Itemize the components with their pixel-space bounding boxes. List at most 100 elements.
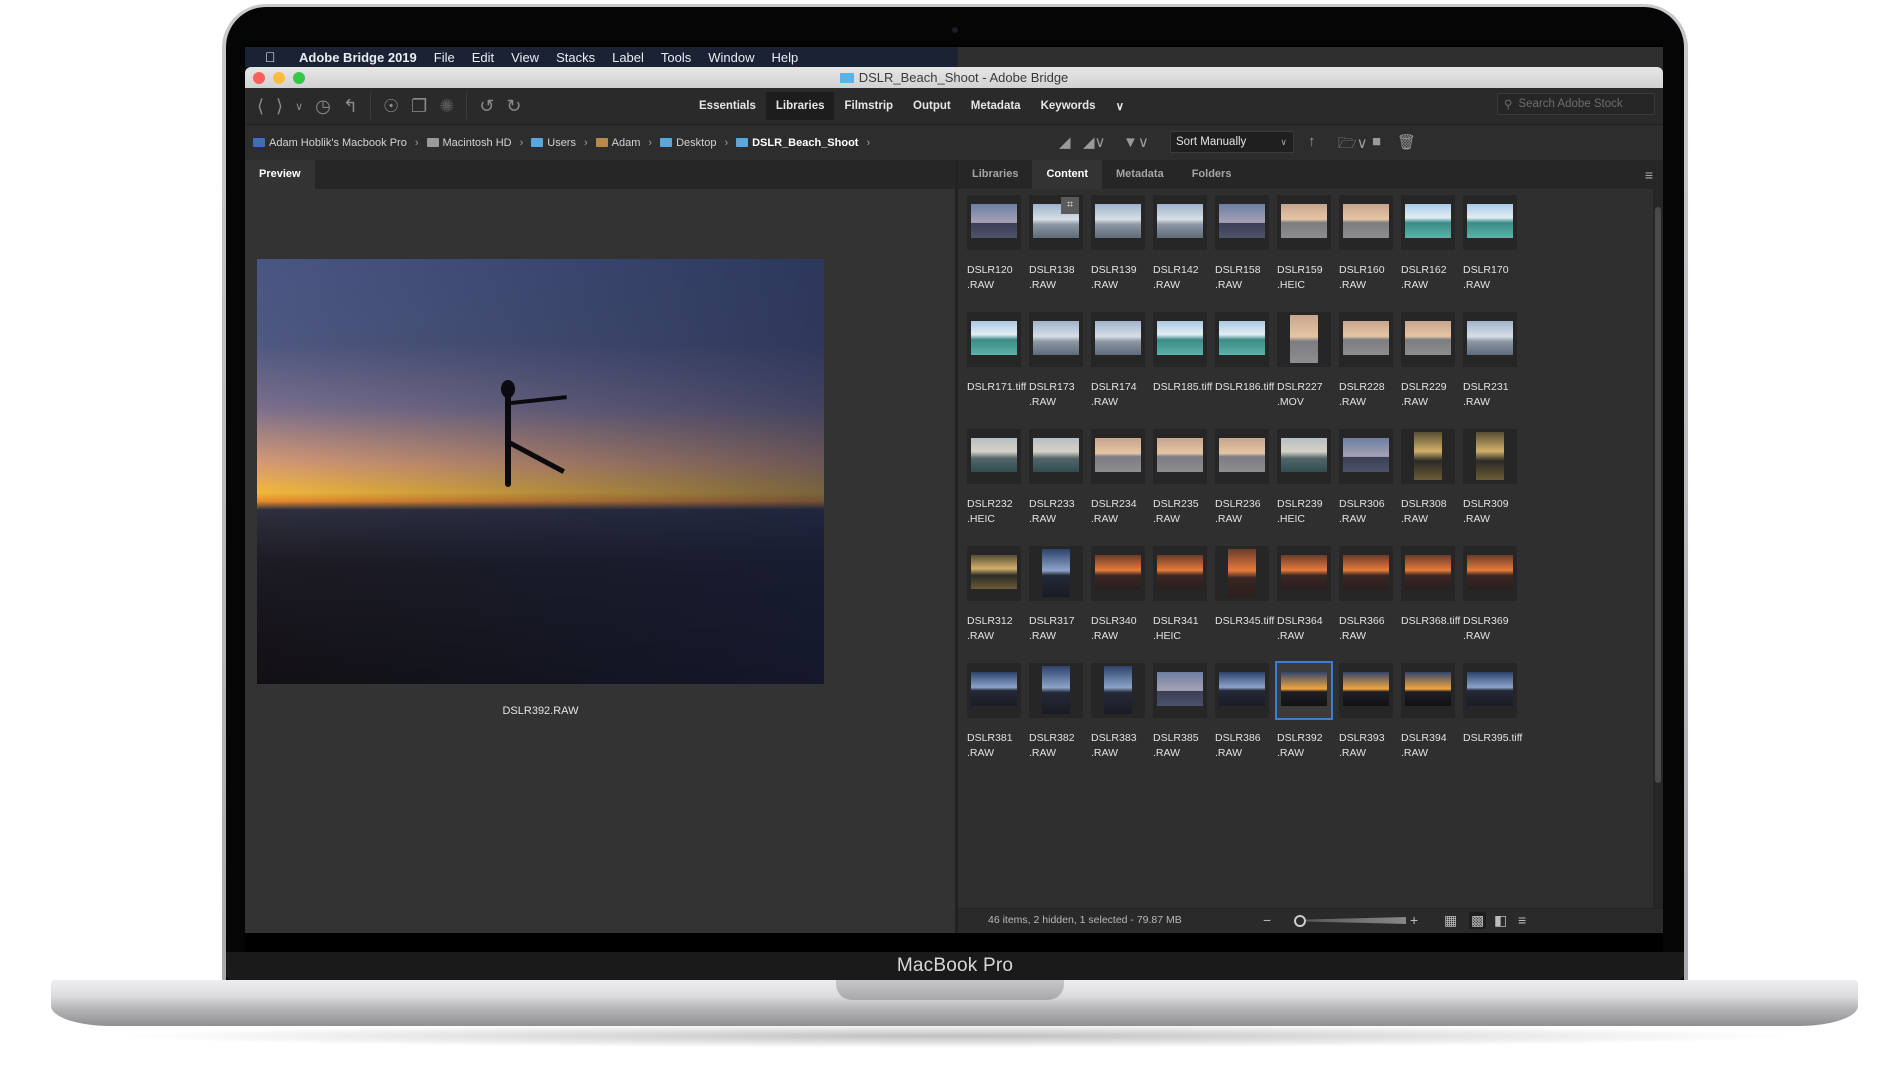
- thumbnail-item[interactable]: DSLR306 .RAW: [1339, 429, 1393, 527]
- thumbnail[interactable]: [1277, 312, 1331, 367]
- tab-folders[interactable]: Folders: [1178, 160, 1246, 189]
- thumbnail[interactable]: [967, 663, 1021, 718]
- zoom-out-minus-icon[interactable]: −: [1263, 912, 1271, 928]
- sort-ascending-arrow-icon[interactable]: ↑: [1308, 133, 1316, 150]
- open-in-camera-raw-icon[interactable]: ✺: [439, 96, 454, 117]
- thumbnail-item[interactable]: DSLR162 .RAW: [1401, 195, 1455, 293]
- tab-content[interactable]: Content: [1032, 160, 1103, 189]
- thumbnail[interactable]: [1339, 546, 1393, 601]
- thumbnail[interactable]: [1153, 546, 1207, 601]
- thumbnail[interactable]: [1153, 195, 1207, 250]
- content-scrollbar[interactable]: [1653, 189, 1663, 910]
- thumbnail[interactable]: [1339, 312, 1393, 367]
- apple-menu-icon[interactable]: : [265, 49, 281, 65]
- thumbnail-item[interactable]: DSLR158 .RAW: [1215, 195, 1269, 293]
- grid-view-icon[interactable]: ▦: [1444, 912, 1457, 929]
- panel-menu-icon[interactable]: ≡: [1645, 167, 1653, 183]
- scrollbar-thumb[interactable]: [1655, 207, 1661, 783]
- thumbnail-item[interactable]: DSLR171.tiff: [967, 312, 1026, 395]
- thumbnail[interactable]: ⌗: [1029, 195, 1083, 250]
- thumbnail[interactable]: [1091, 312, 1145, 367]
- rotate-right-icon[interactable]: ↻: [506, 96, 521, 117]
- app-menu[interactable]: Adobe Bridge 2019: [299, 50, 417, 65]
- thumbnail[interactable]: [967, 429, 1021, 484]
- thumbnail[interactable]: [1153, 663, 1207, 718]
- thumbnail-item[interactable]: DSLR173 .RAW: [1029, 312, 1083, 410]
- thumbnail-item[interactable]: DSLR170 .RAW: [1463, 195, 1517, 293]
- thumbnail-item[interactable]: DSLR228 .RAW: [1339, 312, 1393, 410]
- thumbnail[interactable]: [967, 546, 1021, 601]
- back-icon[interactable]: ⟨: [257, 96, 264, 117]
- thumbnail-item[interactable]: DSLR385 .RAW: [1153, 663, 1207, 761]
- preview-image[interactable]: [257, 259, 824, 684]
- thumbnail[interactable]: [1277, 546, 1331, 601]
- list-view-icon[interactable]: ≡: [1518, 912, 1526, 928]
- thumbnail-item[interactable]: DSLR160 .RAW: [1339, 195, 1393, 293]
- menu-label[interactable]: Label: [612, 50, 644, 65]
- workspace-libraries[interactable]: Libraries: [765, 92, 835, 120]
- tab-preview[interactable]: Preview: [245, 160, 315, 189]
- thumbnail-item[interactable]: DSLR340 .RAW: [1091, 546, 1145, 644]
- thumbnail-item[interactable]: DSLR232 .HEIC: [967, 429, 1021, 527]
- thumbnail[interactable]: [1215, 429, 1269, 484]
- workspace-metadata[interactable]: Metadata: [961, 92, 1031, 120]
- thumbnail[interactable]: [1091, 663, 1145, 718]
- breadcrumb-macintosh-hd[interactable]: Macintosh HD ›: [426, 137, 523, 149]
- thumbnail[interactable]: [1463, 663, 1517, 718]
- search-adobe-stock-input[interactable]: ⚲ Search Adobe Stock: [1497, 93, 1655, 115]
- thumbnail-view-icon[interactable]: ▩: [1469, 912, 1487, 929]
- rating-filter-icon[interactable]: ◢∨: [1083, 133, 1106, 151]
- thumbnail[interactable]: [1029, 429, 1083, 484]
- breadcrumb-adam[interactable]: Adam ›: [595, 137, 652, 149]
- thumbnail[interactable]: [1339, 663, 1393, 718]
- thumbnail[interactable]: [967, 195, 1021, 250]
- thumbnail-selected[interactable]: [1275, 661, 1333, 720]
- menu-stacks[interactable]: Stacks: [556, 50, 595, 65]
- thumbnail-item[interactable]: DSLR308 .RAW: [1401, 429, 1455, 527]
- thumbnail[interactable]: [1339, 195, 1393, 250]
- thumbnail[interactable]: [1401, 429, 1455, 484]
- thumbnail[interactable]: [1215, 312, 1269, 367]
- thumbnail[interactable]: [1091, 429, 1145, 484]
- workspace-filmstrip[interactable]: Filmstrip: [834, 92, 903, 120]
- thumbnail-item[interactable]: DSLR386 .RAW: [1215, 663, 1269, 761]
- thumbnail-item[interactable]: DSLR236 .RAW: [1215, 429, 1269, 527]
- thumbnail[interactable]: [1463, 195, 1517, 250]
- breadcrumb-current-folder[interactable]: DSLR_Beach_Shoot ›: [736, 137, 870, 149]
- thumbnail-item[interactable]: DSLR345.tiff: [1215, 546, 1274, 629]
- tab-metadata[interactable]: Metadata: [1102, 160, 1178, 189]
- refine-copy-icon[interactable]: ❐: [411, 96, 427, 117]
- thumbnail[interactable]: [1401, 312, 1455, 367]
- menu-window[interactable]: Window: [708, 50, 754, 65]
- thumbnail[interactable]: [1463, 429, 1517, 484]
- thumbnail-item[interactable]: DSLR366 .RAW: [1339, 546, 1393, 644]
- sort-dropdown[interactable]: Sort Manually ∨: [1170, 131, 1294, 153]
- delete-trash-icon[interactable]: 🗑: [1397, 133, 1416, 151]
- thumbnail-item[interactable]: DSLR229 .RAW: [1401, 312, 1455, 410]
- new-folder-icon[interactable]: ■: [1372, 133, 1381, 150]
- menu-view[interactable]: View: [511, 50, 539, 65]
- open-recent-folder-icon[interactable]: 🗁∨: [1338, 133, 1368, 158]
- workspace-more-chevron-icon[interactable]: ∨: [1106, 91, 1134, 121]
- thumbnail[interactable]: [1401, 663, 1455, 718]
- breadcrumb-users[interactable]: Users ›: [531, 137, 588, 149]
- thumbnail[interactable]: [1277, 195, 1331, 250]
- thumbnail-item[interactable]: DSLR235 .RAW: [1153, 429, 1207, 527]
- workspace-output[interactable]: Output: [903, 92, 961, 120]
- thumbnail-item[interactable]: DSLR142 .RAW: [1153, 195, 1207, 293]
- tab-libraries[interactable]: Libraries: [958, 160, 1032, 189]
- thumbnail-item[interactable]: DSLR383 .RAW: [1091, 663, 1145, 761]
- thumbnail-item[interactable]: DSLR393 .RAW: [1339, 663, 1393, 761]
- menu-tools[interactable]: Tools: [661, 50, 691, 65]
- thumbnail[interactable]: [1153, 312, 1207, 367]
- thumbnail-item[interactable]: DSLR231 .RAW: [1463, 312, 1517, 410]
- zoom-in-plus-icon[interactable]: +: [1410, 912, 1418, 928]
- quality-options-icon[interactable]: ◢: [1059, 133, 1071, 151]
- thumbnail-item[interactable]: DSLR364 .RAW: [1277, 546, 1331, 644]
- breadcrumb-desktop[interactable]: Desktop ›: [660, 137, 728, 149]
- thumbnail-item[interactable]: DSLR312 .RAW: [967, 546, 1021, 644]
- thumbnail-item[interactable]: DSLR309 .RAW: [1463, 429, 1517, 527]
- filter-items-icon[interactable]: ▼∨: [1123, 133, 1149, 151]
- thumbnail-item[interactable]: DSLR186.tiff: [1215, 312, 1274, 395]
- thumbnail-item[interactable]: DSLR317 .RAW: [1029, 546, 1083, 644]
